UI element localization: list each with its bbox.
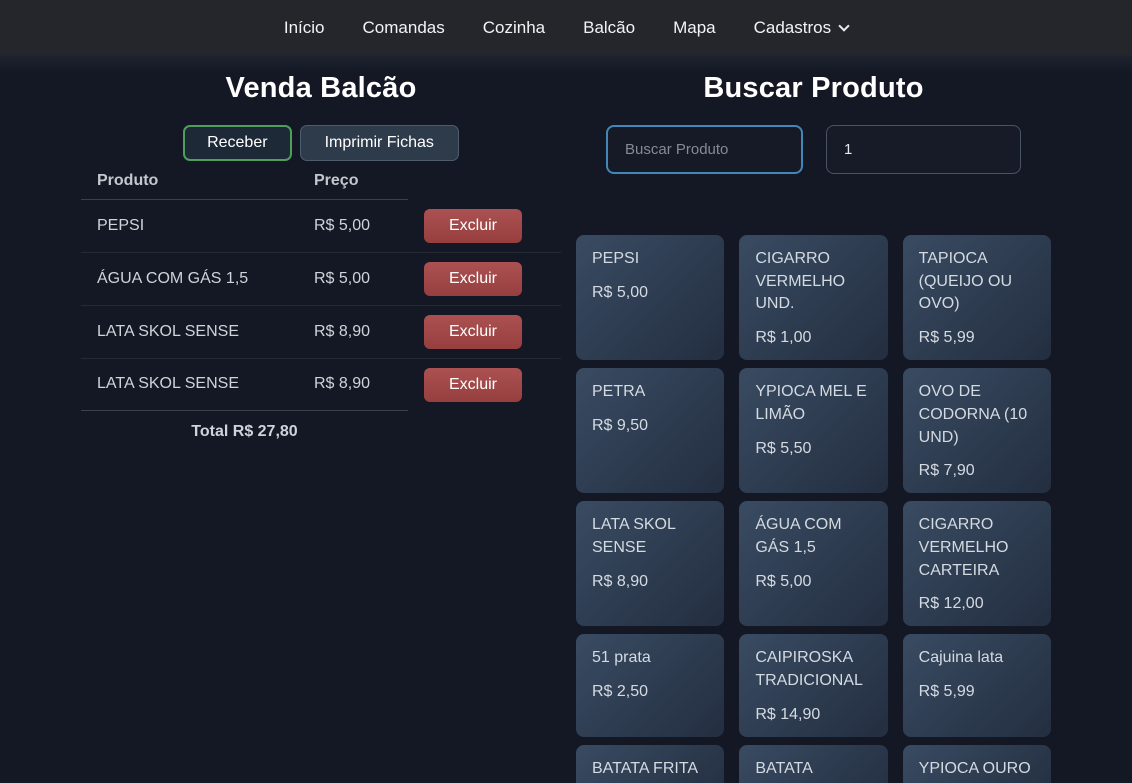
table-row: LATA SKOL SENSE R$ 8,90 Excluir [81, 305, 561, 358]
sale-total: Total R$ 27,80 [81, 411, 408, 454]
price-column-header: Preço [298, 166, 408, 200]
product-card-price: R$ 7,90 [919, 462, 1035, 480]
nav-item[interactable]: Mapa [673, 18, 716, 38]
product-card-name: TAPIOCA (QUEIJO OU OVO) [919, 248, 1035, 316]
product-card-price: R$ 5,00 [755, 573, 871, 591]
product-card-name: PETRA [592, 381, 708, 404]
row-product-price: R$ 5,00 [298, 252, 408, 305]
product-card-name: OVO DE CODORNA (10 UND) [919, 381, 1035, 449]
quantity-input[interactable] [826, 125, 1021, 174]
product-card[interactable]: CAIPIROSKA TRADICIONAL R$ 14,90 [739, 634, 887, 736]
product-card[interactable]: YPIOCA OURO [903, 745, 1051, 783]
product-card-name: PEPSI [592, 248, 708, 271]
product-card-price: R$ 2,50 [592, 683, 708, 701]
product-card[interactable]: Cajuina lata R$ 5,99 [903, 634, 1051, 736]
table-row: ÁGUA COM GÁS 1,5 R$ 5,00 Excluir [81, 252, 561, 305]
product-card[interactable]: TAPIOCA (QUEIJO OU OVO) R$ 5,99 [903, 235, 1051, 360]
action-column-header [408, 166, 561, 200]
search-inputs-row [576, 125, 1051, 174]
product-card[interactable]: 51 prata R$ 2,50 [576, 634, 724, 736]
sale-section: Venda Balcão Receber Imprimir Fichas Pro… [81, 72, 561, 783]
product-grid: PEPSI R$ 5,00 CIGARRO VERMELHO UND. R$ 1… [576, 235, 1051, 783]
main-content: Venda Balcão Receber Imprimir Fichas Pro… [81, 56, 1051, 783]
product-card[interactable]: PEPSI R$ 5,00 [576, 235, 724, 360]
product-card-price: R$ 14,90 [755, 706, 871, 724]
product-card-price: R$ 5,99 [919, 329, 1035, 347]
nav-item-label: Início [284, 18, 325, 38]
product-card-price: R$ 8,90 [592, 573, 708, 591]
row-product-name: ÁGUA COM GÁS 1,5 [81, 252, 298, 305]
product-card-name: Cajuina lata [919, 647, 1035, 670]
product-card[interactable]: CIGARRO VERMELHO UND. R$ 1,00 [739, 235, 887, 360]
product-card-price: R$ 5,99 [919, 683, 1035, 701]
delete-item-button[interactable]: Excluir [424, 262, 522, 296]
product-card-name: YPIOCA OURO [919, 758, 1035, 781]
delete-item-button[interactable]: Excluir [424, 209, 522, 243]
product-card[interactable]: BATATA FRITA [576, 745, 724, 783]
nav-item[interactable]: Comandas [363, 18, 445, 38]
nav-item[interactable]: Cozinha [483, 18, 545, 38]
search-section: Buscar Produto PEPSI R$ 5,00 CIGARRO VER… [576, 72, 1051, 783]
product-card-name: 51 prata [592, 647, 708, 670]
product-card-name: BATATA FRITA [592, 758, 708, 781]
product-card-name: LATA SKOL SENSE [592, 514, 708, 559]
nav-item-label: Mapa [673, 18, 716, 38]
nav-item-label: Balcão [583, 18, 635, 38]
product-card-price: R$ 5,00 [592, 284, 708, 302]
nav-item-label: Comandas [363, 18, 445, 38]
table-row: LATA SKOL SENSE R$ 8,90 Excluir [81, 358, 561, 411]
product-card[interactable]: YPIOCA MEL E LIMÃO R$ 5,50 [739, 368, 887, 493]
nav-item[interactable]: Início [284, 18, 325, 38]
search-title: Buscar Produto [576, 72, 1051, 105]
product-card-name: YPIOCA MEL E LIMÃO [755, 381, 871, 426]
row-product-price: R$ 8,90 [298, 305, 408, 358]
product-card-name: BATATA [755, 758, 871, 781]
row-product-name: LATA SKOL SENSE [81, 305, 298, 358]
sale-items-table: Produto Preço PEPSI R$ 5,00 Excluir [81, 166, 561, 453]
table-header-row: Produto Preço [81, 166, 561, 200]
product-card[interactable]: PETRA R$ 9,50 [576, 368, 724, 493]
product-card-price: R$ 1,00 [755, 329, 871, 347]
top-navbar: Início Comandas Cozinha Balcão Mapa Cada… [0, 0, 1132, 56]
nav-item[interactable]: Balcão [583, 18, 635, 38]
product-card[interactable]: LATA SKOL SENSE R$ 8,90 [576, 501, 724, 626]
chevron-down-icon [838, 20, 849, 31]
product-card-price: R$ 12,00 [919, 595, 1035, 613]
delete-item-button[interactable]: Excluir [424, 315, 522, 349]
product-card[interactable]: BATATA [739, 745, 887, 783]
product-card-price: R$ 9,50 [592, 417, 708, 435]
product-column-header: Produto [81, 166, 298, 200]
print-tickets-button[interactable]: Imprimir Fichas [300, 125, 459, 161]
product-card-name: ÁGUA COM GÁS 1,5 [755, 514, 871, 559]
sale-actions: Receber Imprimir Fichas [81, 125, 561, 161]
product-card-name: CIGARRO VERMELHO CARTEIRA [919, 514, 1035, 582]
search-input[interactable] [606, 125, 803, 174]
row-product-price: R$ 8,90 [298, 358, 408, 411]
delete-item-button[interactable]: Excluir [424, 368, 522, 402]
receive-button[interactable]: Receber [183, 125, 291, 161]
product-card-price: R$ 5,50 [755, 440, 871, 458]
row-product-name: LATA SKOL SENSE [81, 358, 298, 411]
row-product-price: R$ 5,00 [298, 200, 408, 253]
product-card[interactable]: OVO DE CODORNA (10 UND) R$ 7,90 [903, 368, 1051, 493]
nav-item-label: Cozinha [483, 18, 545, 38]
nav-item-label: Cadastros [754, 18, 831, 38]
product-card-name: CAIPIROSKA TRADICIONAL [755, 647, 871, 692]
product-card-name: CIGARRO VERMELHO UND. [755, 248, 871, 316]
product-card[interactable]: ÁGUA COM GÁS 1,5 R$ 5,00 [739, 501, 887, 626]
table-row: PEPSI R$ 5,00 Excluir [81, 200, 561, 253]
nav-item[interactable]: Cadastros [754, 18, 848, 38]
product-card[interactable]: CIGARRO VERMELHO CARTEIRA R$ 12,00 [903, 501, 1051, 626]
table-total-row: Total R$ 27,80 [81, 411, 561, 454]
sale-title: Venda Balcão [81, 72, 561, 105]
row-product-name: PEPSI [81, 200, 298, 253]
